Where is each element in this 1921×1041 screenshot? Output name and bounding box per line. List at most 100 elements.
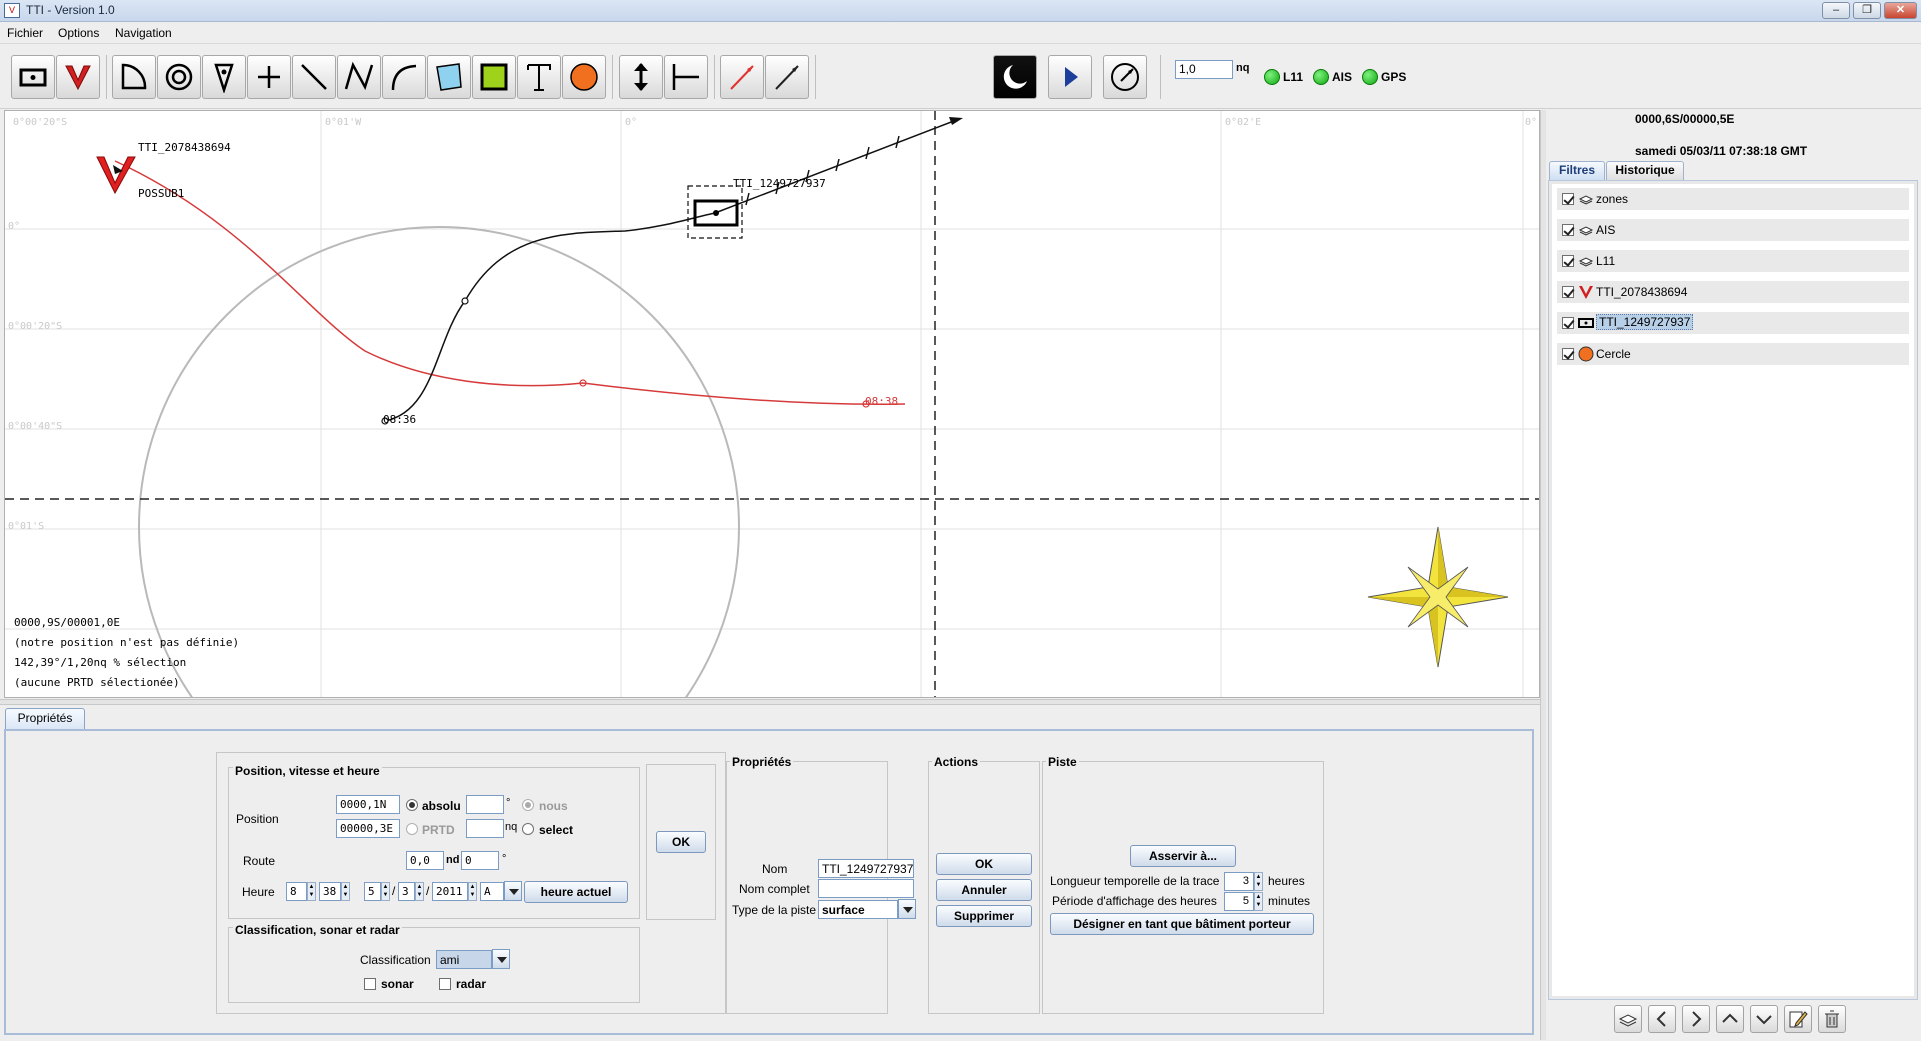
map-view[interactable]: 0°00'20"S 0°01'W 0° 0°02'E 0° 0° 0°00'20… [4, 110, 1540, 698]
periode-field[interactable]: 5 [1224, 892, 1254, 911]
hour-spinner[interactable]: ▲ ▼ [307, 882, 316, 901]
filter-item-zones[interactable]: zones [1557, 188, 1909, 210]
supprimer-button[interactable]: Supprimer [936, 905, 1032, 927]
filter-checkbox[interactable] [1562, 193, 1574, 205]
filter-item-l11[interactable]: L11 [1557, 250, 1909, 272]
tab-proprietes[interactable]: Propriétés [5, 708, 85, 729]
marker-tool-button[interactable] [202, 55, 246, 99]
month-spinner[interactable]: ▲ ▼ [415, 882, 424, 901]
nous-radio[interactable] [522, 799, 534, 811]
classification-dropdown-icon[interactable] [492, 949, 510, 969]
filter-item-cercle[interactable]: Cercle [1557, 343, 1909, 365]
bearing-field[interactable] [466, 795, 504, 814]
night-mode-button[interactable] [993, 55, 1037, 99]
periode-spinner[interactable]: ▲ ▼ [1254, 892, 1263, 911]
map-canvas[interactable] [5, 111, 1540, 698]
menu-navigation[interactable]: Navigation [115, 26, 172, 40]
filter-item-tti-2078438694[interactable]: TTI_2078438694 [1557, 281, 1909, 303]
scale-input[interactable]: 1,0 [1175, 60, 1233, 79]
ampm-field[interactable]: A [480, 882, 504, 901]
month-field[interactable]: 3 [398, 882, 415, 901]
latitude-field[interactable]: 0000,1N [336, 795, 400, 814]
minimize-button[interactable]: – [1822, 2, 1850, 19]
longitude-field[interactable]: 00000,3E [336, 819, 400, 838]
cross-tool-button[interactable] [247, 55, 291, 99]
heure-actuel-button[interactable]: heure actuel [524, 881, 628, 903]
sector-tool-button[interactable] [112, 55, 156, 99]
longueur-spinner[interactable]: ▲ ▼ [1254, 872, 1263, 891]
day-spinner[interactable]: ▲ ▼ [381, 882, 390, 901]
filter-checkbox[interactable] [1562, 348, 1574, 360]
nom-field[interactable]: TTI_1249727937 [818, 859, 914, 878]
longueur-field[interactable]: 3 [1224, 872, 1254, 891]
play-button[interactable] [1048, 55, 1092, 99]
classification-select[interactable]: ami [436, 950, 492, 969]
route-heading-field[interactable]: 0 [461, 851, 499, 870]
filter-checkbox[interactable] [1562, 286, 1574, 298]
submarine-tool-button[interactable] [56, 55, 100, 99]
circles-tool-button[interactable] [157, 55, 201, 99]
red-track-line[interactable] [114, 160, 906, 405]
minute-spinner[interactable]: ▲ ▼ [341, 882, 350, 901]
black-track-point[interactable] [461, 297, 469, 305]
menu-options[interactable]: Options [58, 26, 99, 40]
year-spinner[interactable]: ▲ ▼ [468, 882, 477, 901]
own-ship-tool-button[interactable] [11, 55, 55, 99]
nom-complet-field[interactable] [818, 879, 914, 898]
zone-tool-button[interactable] [472, 55, 516, 99]
position-ok-button[interactable]: OK [656, 831, 706, 853]
asservir-button[interactable]: Asservir à... [1130, 845, 1236, 867]
minute-field[interactable]: 38 [319, 882, 341, 901]
type-piste-select[interactable]: surface [818, 900, 898, 919]
line-tool-button[interactable] [292, 55, 336, 99]
red-bearing-tool-button[interactable] [720, 55, 764, 99]
route-speed-field[interactable]: 0,0 [406, 851, 444, 870]
close-button[interactable]: ✕ [1884, 2, 1917, 19]
vertical-move-tool-button[interactable] [619, 55, 663, 99]
add-layer-button[interactable] [1614, 1005, 1642, 1033]
menu-fichier[interactable]: Fichier [7, 26, 43, 40]
day-field[interactable]: 5 [364, 882, 381, 901]
tab-historique[interactable]: Historique [1606, 161, 1684, 180]
select-radio[interactable] [522, 823, 534, 835]
filter-checkbox[interactable] [1562, 317, 1574, 329]
black-track-line[interactable] [384, 212, 716, 422]
delete-button[interactable] [1818, 1005, 1846, 1033]
compass-dial-button[interactable] [1103, 55, 1147, 99]
arc-tool-button[interactable] [382, 55, 426, 99]
filter-checkbox[interactable] [1562, 255, 1574, 267]
move-left-button[interactable] [1648, 1005, 1676, 1033]
year-field[interactable]: 2011 [432, 882, 468, 901]
edit-button[interactable] [1784, 1005, 1812, 1033]
black-bearing-tool-button[interactable] [765, 55, 809, 99]
polyline-tool-button[interactable] [337, 55, 381, 99]
text-tool-button[interactable] [517, 55, 561, 99]
designer-button[interactable]: Désigner en tant que bâtiment porteur [1050, 913, 1314, 935]
window-title: TTI - Version 1.0 [26, 3, 115, 17]
move-right-button[interactable] [1682, 1005, 1710, 1033]
maximize-button[interactable]: ❐ [1853, 2, 1881, 19]
hour-field[interactable]: 8 [286, 882, 307, 901]
circle-tool-button[interactable] [562, 55, 606, 99]
horizontal-splitter[interactable] [0, 699, 1546, 705]
filter-item-tti-1249727937[interactable]: TTI_1249727937 [1557, 312, 1909, 334]
actions-ok-button[interactable]: OK [936, 853, 1032, 875]
tab-filtres[interactable]: Filtres [1549, 161, 1605, 180]
circle-zone[interactable] [138, 226, 740, 698]
vertical-splitter[interactable] [1540, 110, 1546, 1040]
ampm-dropdown-icon[interactable] [504, 881, 522, 901]
move-down-button[interactable] [1750, 1005, 1778, 1033]
radar-checkbox[interactable] [439, 978, 451, 990]
annuler-button[interactable]: Annuler [936, 879, 1032, 901]
submarine-v-marker[interactable] [96, 156, 136, 195]
sonar-checkbox[interactable] [364, 978, 376, 990]
polygon-tool-button[interactable] [427, 55, 471, 99]
filter-checkbox[interactable] [1562, 224, 1574, 236]
distance-field[interactable] [466, 819, 504, 838]
filter-item-ais[interactable]: AIS [1557, 219, 1909, 241]
type-piste-dropdown-icon[interactable] [898, 899, 916, 919]
move-up-button[interactable] [1716, 1005, 1744, 1033]
measure-tool-button[interactable] [664, 55, 708, 99]
absolu-radio[interactable] [406, 799, 418, 811]
prtd-radio[interactable] [406, 823, 418, 835]
